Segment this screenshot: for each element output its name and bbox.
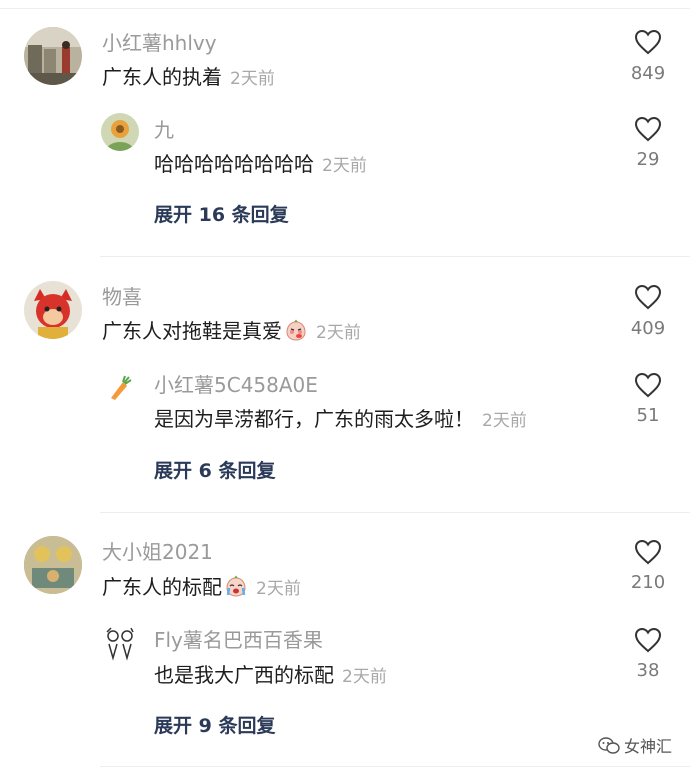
reply-body: 哈哈哈哈哈哈哈哈	[154, 152, 314, 176]
like-count: 210	[630, 572, 666, 593]
wechat-icon	[598, 737, 620, 754]
heart-outline-icon[interactable]	[634, 29, 662, 55]
crying-face-emoji	[226, 575, 246, 597]
reply-avatar[interactable]	[101, 113, 139, 151]
expand-replies-link[interactable]: 展开 9 条回复	[154, 714, 275, 738]
avatar[interactable]	[24, 27, 82, 85]
heart-outline-icon[interactable]	[634, 284, 662, 310]
like-count: 29	[636, 149, 660, 170]
username[interactable]: 物喜	[102, 285, 142, 309]
top-divider	[0, 8, 690, 9]
reply-username[interactable]: Fly薯名巴西百香果	[154, 628, 323, 652]
like-count: 38	[636, 660, 660, 681]
reply-avatar[interactable]	[101, 368, 139, 406]
heart-outline-icon[interactable]	[634, 372, 662, 398]
like-count: 409	[630, 318, 666, 339]
comment-text[interactable]: 广东人对拖鞋是真爱 2天前	[102, 318, 361, 346]
timestamp: 2天前	[256, 579, 301, 599]
heart-outline-icon[interactable]	[634, 539, 662, 565]
timestamp: 2天前	[322, 156, 367, 176]
heart-outline-icon[interactable]	[634, 627, 662, 653]
divider	[100, 512, 690, 513]
reply-text[interactable]: 是因为旱涝都行，广东的雨太多啦！ 2天前	[154, 406, 527, 434]
comment-text[interactable]: 广东人的执着 2天前	[102, 64, 275, 92]
expand-replies-link[interactable]: 展开 6 条回复	[154, 459, 275, 483]
comments-page: { "threads": [ { "user": "小红薯hhlvy", "te…	[0, 0, 690, 775]
reply-username[interactable]: 九	[154, 118, 174, 142]
avatar[interactable]	[24, 536, 82, 594]
watermark-text: 女神汇	[623, 737, 672, 756]
timestamp: 2天前	[230, 69, 275, 89]
divider	[100, 766, 690, 767]
expand-replies-link[interactable]: 展开 16 条回复	[154, 203, 289, 227]
reply-username[interactable]: 小红薯5C458A0E	[154, 373, 318, 397]
comment-text[interactable]: 广东人的标配 2天前	[102, 574, 301, 602]
blushing-face-emoji	[286, 319, 306, 341]
reply-text[interactable]: 哈哈哈哈哈哈哈哈 2天前	[154, 151, 367, 179]
reply-body: 是因为旱涝都行，广东的雨太多啦！	[154, 407, 474, 431]
timestamp: 2天前	[316, 323, 361, 343]
heart-outline-icon[interactable]	[634, 116, 662, 142]
timestamp: 2天前	[482, 411, 527, 431]
avatar[interactable]	[24, 281, 82, 339]
timestamp: 2天前	[342, 667, 387, 687]
reply-avatar[interactable]	[101, 624, 139, 662]
username[interactable]: 大小姐2021	[102, 540, 213, 564]
reply-body: 也是我大广西的标配	[154, 663, 334, 687]
comment-body: 广东人的执着	[102, 65, 222, 89]
username[interactable]: 小红薯hhlvy	[102, 31, 217, 55]
like-count: 51	[636, 405, 660, 426]
comment-body: 广东人的标配	[102, 575, 222, 599]
like-count: 849	[630, 63, 666, 84]
divider	[100, 256, 690, 257]
watermark: 女神汇	[598, 737, 672, 757]
comment-body: 广东人对拖鞋是真爱	[102, 319, 282, 343]
reply-text[interactable]: 也是我大广西的标配 2天前	[154, 662, 387, 690]
